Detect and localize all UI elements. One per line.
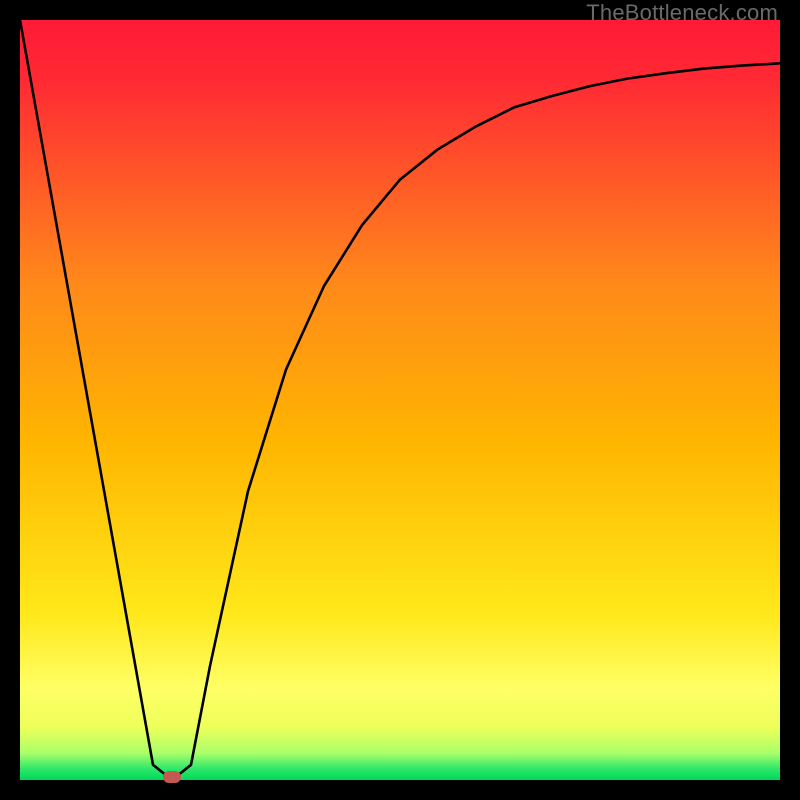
bottleneck-plot (20, 20, 780, 780)
gradient-background (20, 20, 780, 780)
chart-frame (20, 20, 780, 780)
optimal-point-marker (163, 771, 181, 783)
watermark-label: TheBottleneck.com (586, 0, 778, 26)
